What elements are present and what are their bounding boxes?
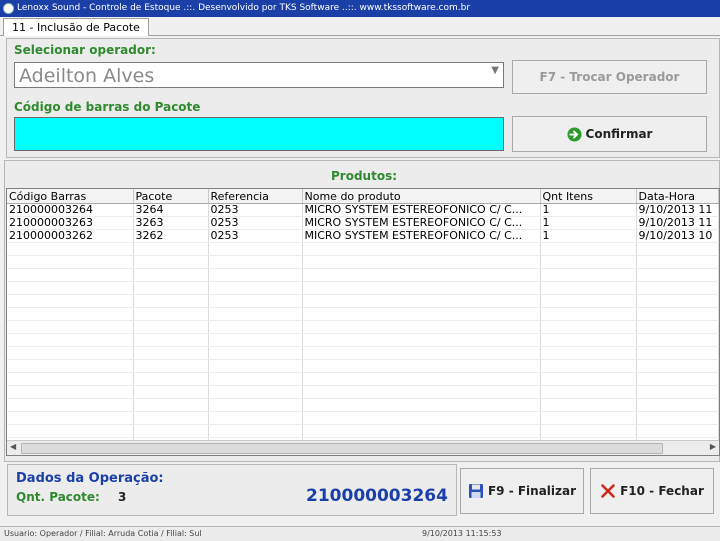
operator-select-value: Adeilton Alves: [19, 65, 155, 87]
operator-select[interactable]: Adeilton Alves ▼: [14, 62, 504, 88]
table-row[interactable]: 210000003264 3264 0253 MICRO SYSTEM ESTE…: [7, 203, 719, 217]
window-title: Lenoxx Sound - Controle de Estoque .::. …: [17, 3, 471, 13]
tab-strip: 11 - Inclusão de Pacote: [0, 17, 720, 36]
empty-row: [7, 268, 719, 282]
cell-data-hora: 9/10/2013 10: [636, 229, 719, 243]
close-icon: [601, 484, 615, 498]
empty-row: [7, 307, 719, 321]
cell-barcode: 210000003263: [7, 216, 134, 230]
grid-header: Código Barras Pacote Referencia Nome do …: [7, 189, 719, 204]
cell-qnt: 1: [540, 216, 637, 230]
qnt-pacote-label: Qnt. Pacote:: [16, 490, 100, 504]
table-row[interactable]: 210000003263 3263 0253 MICRO SYSTEM ESTE…: [7, 216, 719, 230]
column-header[interactable]: Nome do produto: [302, 189, 541, 204]
chevron-down-icon[interactable]: ▼: [491, 65, 499, 76]
empty-row: [7, 359, 719, 373]
empty-row: [7, 346, 719, 360]
operator-label: Selecionar operador:: [14, 43, 156, 57]
empty-row: [7, 424, 719, 438]
cell-referencia: 0253: [208, 229, 303, 243]
change-operator-button[interactable]: F7 - Trocar Operador: [512, 60, 707, 94]
cell-pacote: 3263: [133, 216, 209, 230]
empty-row: [7, 320, 719, 334]
column-header[interactable]: Qnt Itens: [540, 189, 637, 204]
products-title: Produtos:: [331, 169, 398, 183]
cell-nome: MICRO SYSTEM ESTEREOFONICO C/ C...: [302, 216, 541, 230]
change-operator-label: F7 - Trocar Operador: [539, 70, 680, 84]
title-bar: Lenoxx Sound - Controle de Estoque .::. …: [0, 0, 720, 17]
barcode-label: Código de barras do Pacote: [14, 100, 201, 114]
status-user-info: Usuario: Operador / Filial: Arruda Cotia…: [4, 529, 202, 538]
barcode-input[interactable]: [14, 117, 504, 151]
empty-row: [7, 398, 719, 412]
empty-row: [7, 294, 719, 308]
cell-data-hora: 9/10/2013 11: [636, 203, 719, 217]
empty-row: [7, 281, 719, 295]
cell-pacote: 3262: [133, 229, 209, 243]
empty-row: [7, 385, 719, 399]
cell-referencia: 0253: [208, 216, 303, 230]
last-barcode: 210000003264: [306, 486, 448, 506]
cell-nome: MICRO SYSTEM ESTEREOFONICO C/ C...: [302, 203, 541, 217]
cell-nome: MICRO SYSTEM ESTEREOFONICO C/ C...: [302, 229, 541, 243]
empty-row: [7, 333, 719, 347]
column-header[interactable]: Data-Hora: [636, 189, 719, 204]
status-bar: Usuario: Operador / Filial: Arruda Cotia…: [0, 526, 720, 541]
finish-label: F9 - Finalizar: [487, 484, 577, 498]
status-datetime: 9/10/2013 11:15:53: [422, 529, 502, 538]
cell-barcode: 210000003262: [7, 229, 134, 243]
app-icon: [3, 3, 14, 14]
column-header[interactable]: Referencia: [208, 189, 303, 204]
column-header[interactable]: Código Barras: [7, 189, 134, 204]
close-button[interactable]: F10 - Fechar: [590, 468, 714, 514]
tab-inclusao-pacote[interactable]: 11 - Inclusão de Pacote: [3, 18, 149, 36]
empty-row: [7, 255, 719, 269]
save-icon: [468, 484, 483, 498]
close-label: F10 - Fechar: [620, 484, 704, 498]
confirm-button[interactable]: Confirmar: [512, 116, 707, 152]
products-grid[interactable]: Código Barras Pacote Referencia Nome do …: [6, 188, 720, 456]
finish-button[interactable]: F9 - Finalizar: [460, 468, 584, 514]
horizontal-scrollbar[interactable]: ◀ ▶: [7, 440, 719, 455]
table-row[interactable]: 210000003262 3262 0253 MICRO SYSTEM ESTE…: [7, 229, 719, 243]
confirm-label: Confirmar: [585, 127, 653, 141]
qnt-pacote-value: 3: [118, 490, 127, 504]
cell-qnt: 1: [540, 203, 637, 217]
cell-referencia: 0253: [208, 203, 303, 217]
confirm-arrow-icon: [567, 126, 582, 142]
cell-qnt: 1: [540, 229, 637, 243]
empty-row: [7, 372, 719, 386]
cell-data-hora: 9/10/2013 11: [636, 216, 719, 230]
scroll-left-icon[interactable]: ◀: [10, 442, 16, 451]
scroll-thumb[interactable]: [21, 443, 663, 454]
empty-row: [7, 242, 719, 256]
cell-pacote: 3264: [133, 203, 209, 217]
empty-row: [7, 411, 719, 425]
operation-title: Dados da Operação:: [16, 471, 164, 486]
column-header[interactable]: Pacote: [133, 189, 209, 204]
scroll-right-icon[interactable]: ▶: [710, 442, 716, 451]
cell-barcode: 210000003264: [7, 203, 134, 217]
